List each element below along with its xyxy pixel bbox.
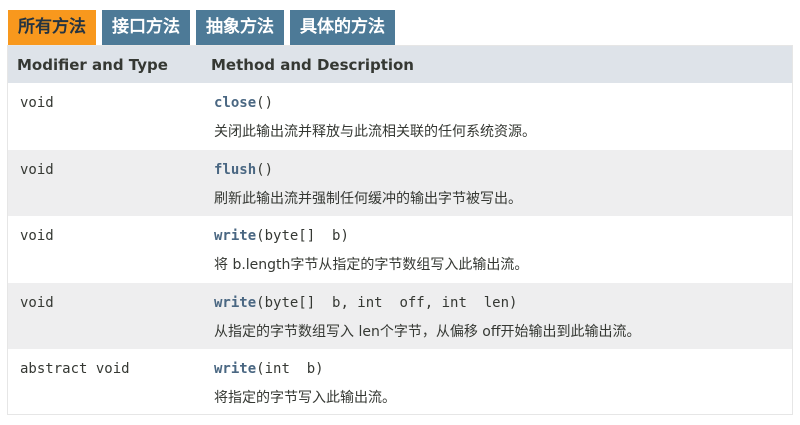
modifier-type: abstract void bbox=[20, 361, 130, 378]
tab-interface-methods[interactable]: 接口方法 bbox=[102, 10, 190, 45]
method-params: (byte[] b, int off, int len) bbox=[256, 294, 518, 311]
method-link[interactable]: write bbox=[214, 361, 256, 377]
method-description: 刷新此输出流并强制任何缓冲的输出字节被写出。 bbox=[214, 190, 522, 207]
table-row: void flush() 刷新此输出流并强制任何缓冲的输出字节被写出。 bbox=[8, 149, 792, 217]
method-table: Modifier and Type Method and Description… bbox=[7, 45, 793, 415]
method-params: () bbox=[256, 95, 274, 111]
method-params: (byte[] b) bbox=[256, 228, 349, 245]
table-row: void close() 关闭此输出流并释放与此流相关联的任何系统资源。 bbox=[8, 83, 792, 150]
tab-all-methods[interactable]: 所有方法 bbox=[8, 10, 96, 45]
table-row: void write(byte[] b) 将 b.length字节从指定的字节数… bbox=[8, 216, 792, 283]
method-description: 将 b.length字节从指定的字节数组写入此输出流。 bbox=[214, 257, 529, 274]
table-row: void write(byte[] b, int off, int len) 从… bbox=[8, 282, 792, 350]
header-modifier-type: Modifier and Type bbox=[17, 55, 168, 74]
method-params: () bbox=[256, 161, 274, 178]
method-params: (int b) bbox=[256, 361, 324, 378]
modifier-type: void bbox=[20, 161, 54, 178]
header-method-description: Method and Description bbox=[211, 55, 414, 74]
method-signature: write(byte[] b) bbox=[214, 228, 349, 244]
method-description: 从指定的字节数组写入 len个字节，从偏移 off开始输出到此输出流。 bbox=[214, 323, 641, 340]
tab-abstract-methods[interactable]: 抽象方法 bbox=[196, 10, 284, 45]
method-link[interactable]: close bbox=[214, 95, 256, 111]
method-description: 将指定的字节写入此输出流。 bbox=[214, 390, 396, 407]
modifier-type: void bbox=[20, 228, 54, 245]
modifier-type: void bbox=[20, 294, 54, 311]
method-signature: write(byte[] b, int off, int len) bbox=[214, 295, 517, 311]
table-row: abstract void write(int b) 将指定的字节写入此输出流。 bbox=[8, 349, 792, 416]
method-signature: close() bbox=[214, 95, 273, 111]
method-filter-tabs: 所有方法 接口方法 抽象方法 具体的方法 bbox=[8, 10, 401, 45]
method-summary: 所有方法 接口方法 抽象方法 具体的方法 Modifier and Type M… bbox=[0, 0, 800, 425]
modifier-type: void bbox=[20, 95, 54, 111]
table-header: Modifier and Type Method and Description bbox=[8, 46, 792, 83]
method-signature: flush() bbox=[214, 162, 273, 178]
method-link[interactable]: flush bbox=[214, 162, 256, 178]
method-link[interactable]: write bbox=[214, 295, 256, 311]
method-signature: write(int b) bbox=[214, 361, 324, 377]
method-description: 关闭此输出流并释放与此流相关联的任何系统资源。 bbox=[214, 124, 536, 140]
tab-concrete-methods[interactable]: 具体的方法 bbox=[290, 10, 395, 45]
method-link[interactable]: write bbox=[214, 228, 256, 244]
